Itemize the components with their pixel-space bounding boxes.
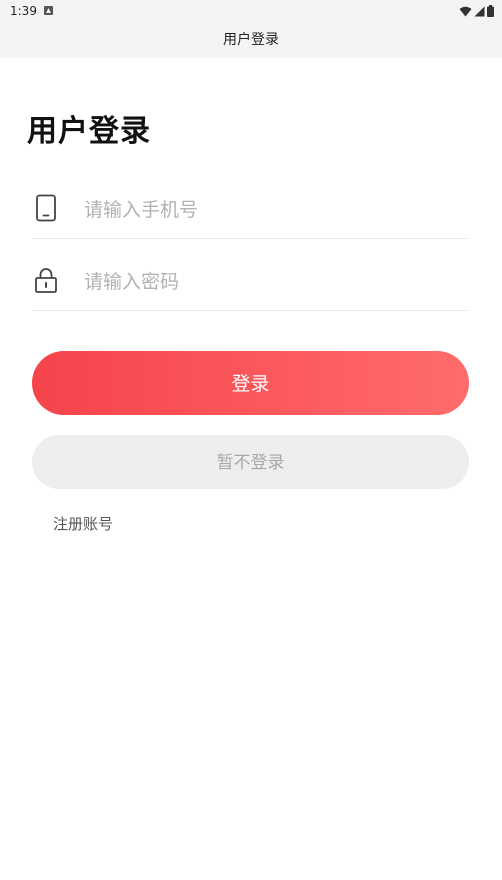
status-time: 1:39 [10, 4, 37, 18]
wifi-icon [459, 6, 472, 16]
status-bar: 1:39 [0, 0, 502, 22]
skip-login-button[interactable]: 暂不登录 [32, 435, 469, 489]
page-title-bar: 用户登录 [0, 22, 502, 58]
page-heading: 用户登录 [27, 114, 151, 149]
lock-icon [35, 268, 57, 293]
signal-icon [474, 6, 485, 16]
phone-input[interactable] [82, 192, 466, 228]
password-input[interactable] [82, 264, 466, 300]
phone-field[interactable] [32, 178, 468, 239]
password-field[interactable] [32, 250, 468, 311]
login-button[interactable]: 登录 [32, 351, 469, 415]
phone-icon [36, 194, 56, 222]
battery-icon [487, 5, 494, 17]
register-link[interactable]: 注册账号 [53, 513, 113, 534]
status-icons [459, 5, 494, 17]
notification-icon [44, 6, 53, 15]
